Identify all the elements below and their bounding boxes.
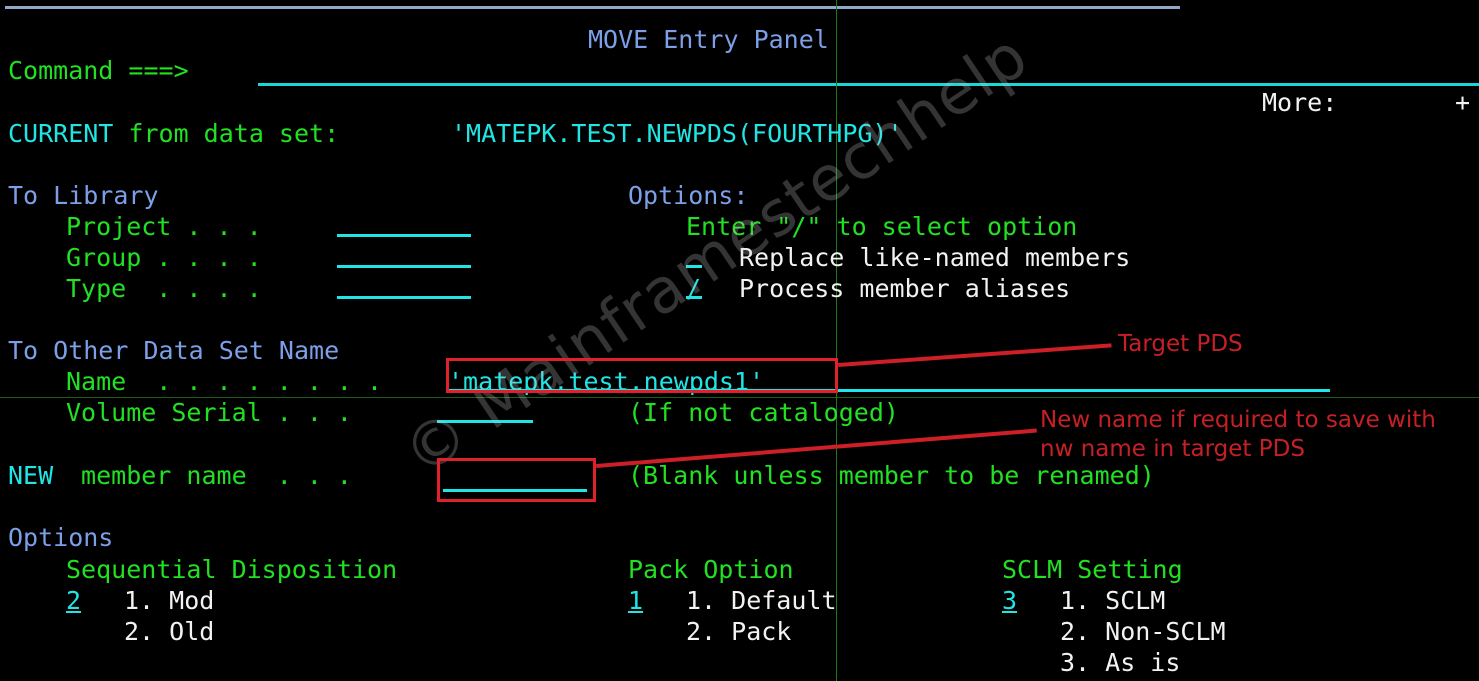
- sequential-disposition-selected[interactable]: 2: [66, 585, 81, 616]
- project-label: Project . . .: [66, 212, 262, 241]
- sclm-setting-choice-3[interactable]: 3. As is: [1060, 647, 1180, 678]
- bottom-options-heading: Options: [8, 523, 114, 552]
- pack-option-choice-2[interactable]: 2. Pack: [686, 616, 791, 647]
- new-member-note: (Blank unless member to be renamed): [628, 461, 1155, 490]
- sclm-setting-title: SCLM Setting: [1002, 555, 1183, 584]
- target-pds-highlight-box: [446, 358, 838, 393]
- target-pds-annotation: Target PDS: [1118, 331, 1243, 357]
- project-input[interactable]: [337, 234, 471, 237]
- volume-serial-label: Volume Serial . . .: [66, 398, 352, 427]
- type-input[interactable]: [337, 296, 471, 299]
- new-member-accent: NEW: [8, 461, 54, 490]
- dataset-name-label: Name . . . . . . . .: [66, 367, 383, 396]
- new-member-label: member name . . .: [66, 461, 352, 490]
- more-label: More:: [1262, 88, 1338, 117]
- volume-serial-input[interactable]: [437, 420, 533, 423]
- command-label: Command ===>: [8, 56, 189, 85]
- sequential-disposition-title: Sequential Disposition: [66, 555, 398, 584]
- options-hint: Enter "/" to select option: [686, 212, 1078, 241]
- new-member-annotation-line1: New name if required to save with: [1040, 407, 1436, 433]
- target-pds-leader-line: [838, 343, 1112, 367]
- volume-serial-note: (If not cataloged): [628, 398, 899, 427]
- sequential-disposition-choice-2[interactable]: 2. Old: [124, 616, 214, 647]
- sequential-disposition-choice-1[interactable]: 1. Mod: [124, 585, 214, 616]
- process-aliases-label: Process member aliases: [739, 274, 1071, 303]
- more-indicator: +: [1455, 88, 1471, 117]
- replace-members-label: Replace like-named members: [739, 243, 1131, 272]
- group-input[interactable]: [337, 265, 471, 268]
- to-other-dataset-heading: To Other Data Set Name: [8, 336, 340, 365]
- terminal-screen: MOVE Entry Panel Command ===> More: + fr…: [0, 0, 1479, 681]
- to-library-heading: To Library: [8, 181, 159, 210]
- command-line-input-underline[interactable]: [258, 83, 1479, 86]
- sclm-setting-selected[interactable]: 3: [1002, 585, 1017, 616]
- vertical-guide-line: [836, 0, 837, 681]
- top-divider-line: [5, 6, 1180, 9]
- sclm-setting-choice-1[interactable]: 1. SCLM: [1060, 585, 1165, 616]
- pack-option-selected[interactable]: 1: [628, 585, 643, 616]
- group-label: Group . . . .: [66, 243, 262, 272]
- pack-option-title: Pack Option: [628, 555, 794, 584]
- new-member-annotation-line2: nw name in target PDS: [1040, 436, 1305, 462]
- current-dataset-prefix: CURRENT: [8, 119, 114, 148]
- sclm-setting-choice-2[interactable]: 2. Non-SCLM: [1060, 616, 1226, 647]
- pack-option-choice-1[interactable]: 1. Default: [686, 585, 837, 616]
- type-label: Type . . . .: [66, 274, 262, 303]
- current-dataset-value: 'MATEPK.TEST.NEWPDS(FOURTHPG)': [451, 119, 903, 148]
- options-heading: Options:: [628, 181, 749, 210]
- process-aliases-value: /: [686, 274, 702, 303]
- replace-members-checkbox[interactable]: [686, 265, 702, 268]
- page-title: MOVE Entry Panel: [588, 25, 829, 54]
- new-member-highlight-box: [437, 458, 596, 502]
